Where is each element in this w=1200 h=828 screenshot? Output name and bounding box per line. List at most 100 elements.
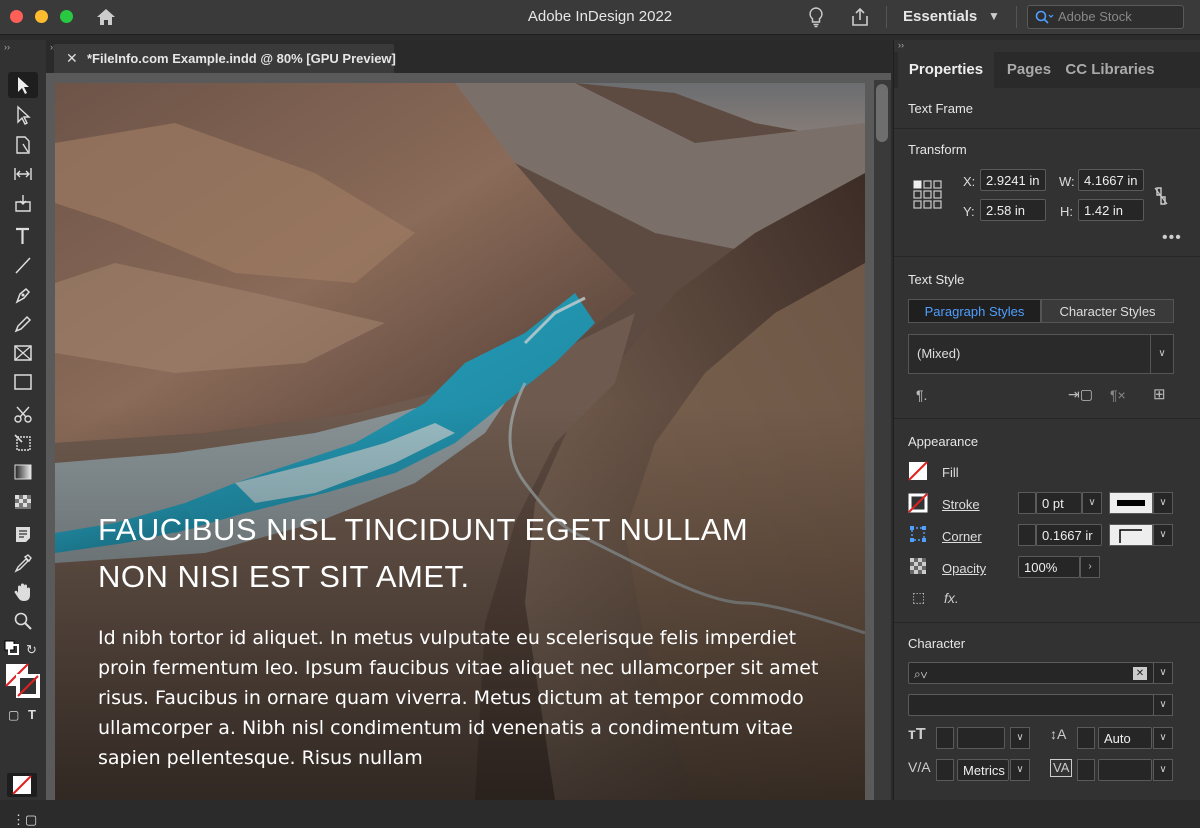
zoom-tool[interactable] [8, 608, 38, 634]
corner-size-stepper[interactable] [1018, 524, 1036, 546]
style-dropdown[interactable]: (Mixed) ∨ [908, 334, 1174, 374]
leading-stepper[interactable] [1077, 727, 1095, 749]
screen-mode-icon[interactable]: ⋮▢ [12, 812, 37, 828]
leading-field[interactable]: Auto [1098, 727, 1152, 749]
line-tool[interactable] [8, 252, 38, 278]
font-size-stepper[interactable] [936, 727, 954, 749]
vertical-scrollbar[interactable] [874, 80, 891, 800]
opacity-field[interactable]: 100% [1018, 556, 1080, 578]
stroke-label[interactable]: Stroke [942, 497, 980, 512]
formatting-container-icon[interactable]: ▢ [8, 708, 19, 722]
stroke-swatch-icon[interactable] [908, 493, 928, 513]
pen-tool[interactable] [8, 282, 38, 308]
tracking-stepper[interactable] [1077, 759, 1095, 781]
paragraph-styles-tab[interactable]: Paragraph Styles [908, 299, 1041, 323]
new-style-icon[interactable]: ⊞ [1153, 385, 1166, 403]
document-page[interactable]: FAUCIBUS NISL TINCIDUNT EGET NULLAM NON … [55, 83, 865, 800]
gradient-swatch-tool[interactable] [8, 459, 38, 485]
tab-cc-libraries[interactable]: CC Libraries [1056, 52, 1164, 88]
chevron-down-icon[interactable]: ∨ [1153, 492, 1173, 514]
x-position-field[interactable]: 2.9241 in [980, 169, 1046, 191]
font-style-field[interactable] [908, 694, 1154, 716]
select-container-icon[interactable]: ⬚ [912, 589, 925, 606]
page-body-text[interactable]: Id nibh tortor id aliquet. In metus vulp… [98, 623, 838, 773]
clear-icon[interactable]: ✕ [1133, 667, 1147, 680]
chevron-right-icon[interactable]: › [1080, 556, 1100, 578]
chevron-down-icon[interactable]: ∨ [1153, 759, 1173, 781]
formatting-text-icon[interactable]: T [28, 707, 36, 722]
scissors-tool[interactable] [8, 401, 38, 427]
direct-selection-tool[interactable] [8, 102, 38, 128]
fill-stroke-swatch[interactable] [5, 663, 41, 699]
document-canvas[interactable]: FAUCIBUS NISL TINCIDUNT EGET NULLAM NON … [46, 73, 891, 800]
corner-size-field[interactable]: 0.1667 ir [1036, 524, 1102, 546]
workspace-switcher[interactable]: Essentials [903, 8, 977, 25]
document-tab[interactable]: ✕ *FileInfo.com Example.indd @ 80% [GPU … [54, 44, 396, 73]
paragraph-mark-icon[interactable]: ¶. [916, 387, 927, 403]
chevron-down-icon[interactable]: ∨ [1153, 662, 1173, 684]
close-icon[interactable]: ✕ [66, 50, 78, 67]
gradient-feather-tool[interactable] [8, 489, 38, 515]
reference-point-icon[interactable] [912, 179, 944, 211]
minimize-window-button[interactable] [35, 10, 48, 23]
home-icon[interactable] [95, 7, 117, 27]
load-styles-icon[interactable]: ⇥▢ [1068, 386, 1093, 403]
kerning-field[interactable]: Metrics [957, 759, 1009, 781]
character-styles-tab[interactable]: Character Styles [1041, 299, 1174, 323]
share-icon[interactable] [848, 5, 872, 29]
corner-options-icon[interactable] [908, 524, 928, 544]
adobe-stock-search-input[interactable]: Adobe Stock [1027, 5, 1184, 29]
effects-fx-button[interactable]: fx. [944, 590, 959, 606]
type-tool[interactable] [8, 223, 38, 249]
hand-tool[interactable] [8, 579, 38, 605]
pencil-tool[interactable] [8, 311, 38, 337]
collapse-icon[interactable]: ›› [4, 42, 10, 52]
page-headline[interactable]: FAUCIBUS NISL TINCIDUNT EGET NULLAM NON … [98, 506, 818, 600]
font-family-field[interactable]: ⌕∨ ✕ [908, 662, 1154, 684]
default-fill-stroke-icon[interactable] [4, 640, 20, 656]
chevron-down-icon[interactable]: ∨ [1010, 759, 1030, 781]
chevron-down-icon[interactable]: ▼ [988, 9, 1000, 23]
chevron-down-icon[interactable]: ∨ [1153, 524, 1173, 546]
rectangle-tool[interactable] [8, 369, 38, 395]
content-collector-tool[interactable] [8, 190, 38, 216]
y-position-field[interactable]: 2.58 in [980, 199, 1046, 221]
constrain-proportions-icon[interactable] [1152, 185, 1170, 207]
opacity-label[interactable]: Opacity [942, 561, 986, 576]
width-field[interactable]: 4.1667 in [1078, 169, 1144, 191]
free-transform-tool[interactable] [8, 430, 38, 456]
more-options-icon[interactable]: ••• [1162, 229, 1182, 247]
lightbulb-icon[interactable] [804, 5, 828, 29]
corner-shape-swatch[interactable] [1109, 524, 1153, 546]
fill-swatch-icon[interactable] [908, 461, 928, 481]
zoom-window-button[interactable] [60, 10, 73, 23]
note-tool[interactable] [8, 521, 38, 547]
kerning-stepper[interactable] [936, 759, 954, 781]
apply-none-button[interactable] [7, 773, 37, 797]
stroke-type-swatch[interactable] [1109, 492, 1153, 514]
tracking-field[interactable] [1098, 759, 1152, 781]
opacity-icon[interactable] [908, 556, 928, 576]
eyedropper-tool[interactable] [8, 550, 38, 576]
tab-properties[interactable]: Properties [898, 52, 994, 88]
swap-fill-stroke-icon[interactable]: ↻ [26, 642, 37, 658]
chevron-down-icon[interactable]: ∨ [1082, 492, 1102, 514]
chevron-down-icon[interactable]: ∨ [1153, 694, 1173, 716]
scrollbar-thumb[interactable] [876, 84, 888, 142]
chevron-down-icon[interactable]: ∨ [1153, 727, 1173, 749]
collapse-icon[interactable]: ›› [898, 40, 904, 50]
stroke-weight-field[interactable]: 0 pt [1036, 492, 1082, 514]
close-window-button[interactable] [10, 10, 23, 23]
chevron-down-icon[interactable]: ∨ [1150, 335, 1173, 373]
corner-label[interactable]: Corner [942, 529, 982, 544]
chevron-down-icon[interactable]: ∨ [1010, 727, 1030, 749]
clear-overrides-icon[interactable]: ¶× [1110, 387, 1126, 403]
selection-tool[interactable] [8, 72, 38, 98]
gap-tool[interactable] [8, 161, 38, 187]
font-size-field[interactable] [957, 727, 1005, 749]
stroke-weight-stepper[interactable] [1018, 492, 1036, 514]
height-field[interactable]: 1.42 in [1078, 199, 1144, 221]
tab-pages[interactable]: Pages [996, 52, 1062, 88]
rectangle-frame-tool[interactable] [8, 340, 38, 366]
page-tool[interactable] [8, 132, 38, 158]
